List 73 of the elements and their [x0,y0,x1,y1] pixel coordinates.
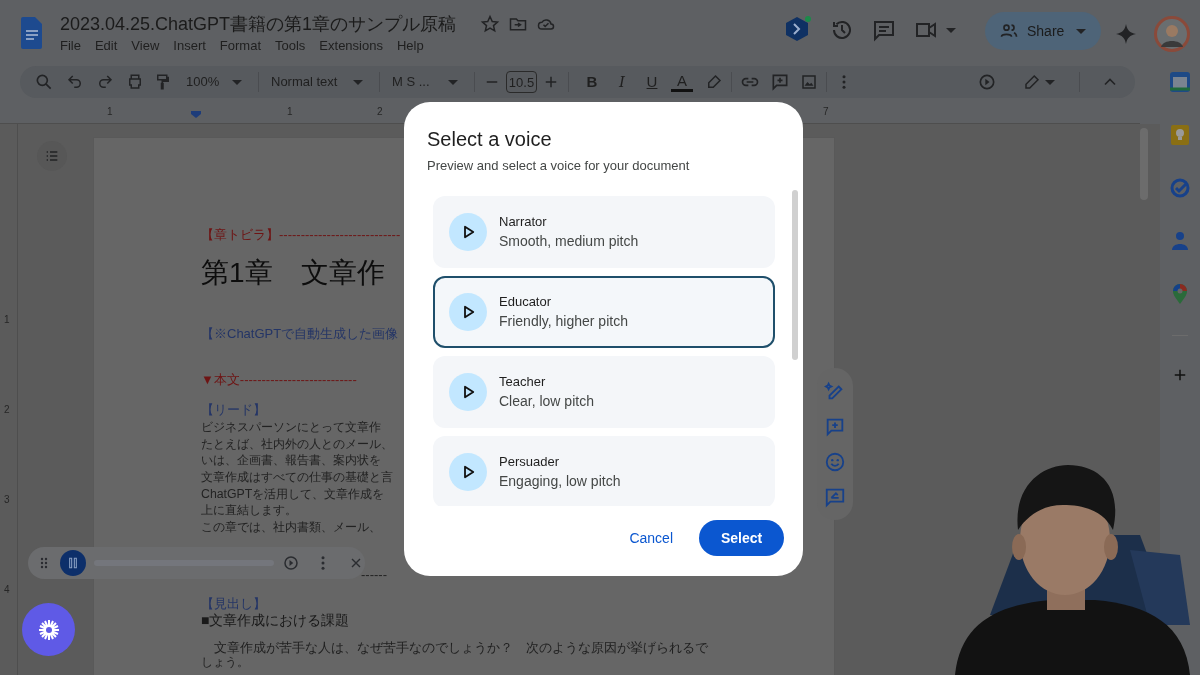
ruler-number: 7 [823,105,829,119]
underline-button[interactable]: U [637,70,667,94]
menu-item[interactable]: Format [212,36,268,56]
menu-item[interactable]: Edit [87,36,125,56]
check-circle-icon[interactable] [1169,177,1191,199]
voice-option[interactable]: Educator Friendly, higher pitch [433,275,775,348]
cancel-button[interactable]: Cancel [617,519,685,557]
share-button[interactable]: Share [985,12,1101,50]
body-text: 文章作成が苦手な人は、なぜ苦手なのでしょうか？ 次のような原因が挙げられるで [213,640,708,656]
outline-icon[interactable] [44,148,60,164]
dialog-subtitle: Preview and select a voice for your document [427,157,691,175]
menu-item[interactable]: Extensions [312,36,390,56]
history-icon[interactable] [830,18,854,42]
scrollbar-thumb[interactable] [792,190,798,360]
tag-label: 【見出し】 [201,596,266,613]
voice-option[interactable]: Narrator Smooth, medium pitch [433,195,775,268]
body-text: 文章作成はすべての仕事の基礎と言 [201,468,393,486]
menu-item[interactable]: Tools [268,36,313,56]
heading-text: ■文章作成における課題 [201,613,350,629]
menu-item[interactable]: File [53,36,88,56]
voice-icon[interactable] [282,554,300,572]
body-text: ビジネスパーソンにとって文章作 [201,418,381,436]
caret-icon[interactable] [1045,79,1055,85]
comments-icon[interactable] [872,18,896,42]
search-icon[interactable] [34,72,54,92]
zoom-dropdown[interactable]: 100% [182,72,250,92]
extension-icon[interactable] [784,16,812,44]
font-dropdown[interactable]: M S ... [388,72,466,92]
body-text: この章では、社内書類、メール、 [201,519,381,536]
menu-item[interactable]: View [124,36,167,56]
menu-item[interactable]: Help [389,36,431,56]
indent-marker-icon[interactable] [190,111,202,119]
italic-button[interactable]: I [607,70,637,94]
body-text: ------ [360,566,387,584]
caret-icon [353,79,363,85]
emoji-icon[interactable] [824,450,846,473]
print-icon[interactable] [126,73,144,91]
text-color-button[interactable]: A [671,72,693,92]
caret-icon[interactable] [946,27,956,33]
caret-icon[interactable] [1076,29,1087,35]
note-text: 【※ChatGPTで自動生成した画像 [201,325,399,343]
caret-icon [232,79,242,85]
redo-icon[interactable] [96,73,114,91]
body-text: いは、企画書、報告書、案内状を [201,452,381,469]
chapter-title: 第1章 文章作 [201,255,385,290]
pencil-icon[interactable] [1023,73,1041,91]
lightbulb-icon[interactable] [1169,124,1191,146]
play-circle-icon[interactable] [977,72,997,92]
voice-option[interactable]: Teacher Clear, low pitch [433,355,775,428]
body-text: たとえば、社内外の人とのメール、 [201,435,393,453]
style-dropdown[interactable]: Normal text [267,72,371,92]
calendar-icon[interactable] [1169,71,1191,93]
paint-format-icon[interactable] [154,73,172,91]
chapter-label: 【章トビラ】---------------------------- [201,227,401,244]
add-comment-icon[interactable] [770,72,790,92]
avatar-icon[interactable] [1154,16,1190,52]
font-size-field[interactable]: 10.5 [506,71,537,93]
pause-button[interactable] [60,550,86,576]
dialog-title: Select a voice [427,127,553,152]
section-label: ▼本文--------------------------- [201,372,357,390]
star-icon[interactable] [480,14,501,34]
image-icon[interactable] [800,73,818,91]
undo-icon[interactable] [66,73,84,91]
document-title: 2023.04.25.ChatGPT書籍の第1章のサンプル原稿 [60,14,457,34]
menu-item[interactable]: Insert [166,36,213,56]
voice-option[interactable]: Persuader Engaging, low pitch [433,435,775,506]
highlighter-icon[interactable] [705,73,723,91]
caret-icon [448,79,458,85]
bold-button[interactable]: B [577,70,607,94]
asterisk-icon[interactable] [36,617,61,642]
select-button[interactable]: Select [699,520,784,556]
person-icon[interactable] [1169,230,1191,252]
docs-logo-icon[interactable] [20,17,44,49]
